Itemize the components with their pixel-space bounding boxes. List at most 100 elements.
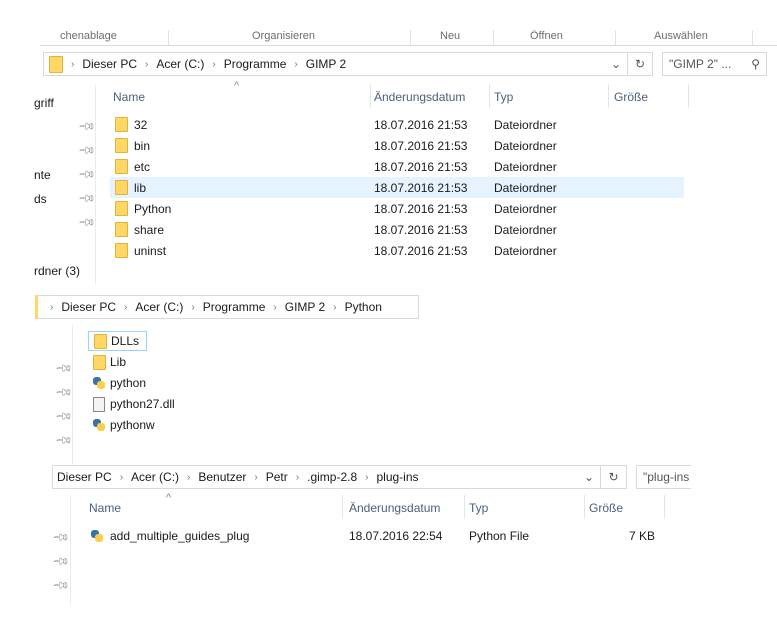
file-name: share xyxy=(134,222,165,237)
chevron-down-icon[interactable]: ⌄ xyxy=(584,470,594,484)
crumb[interactable]: Benutzer xyxy=(198,470,246,484)
pin-icon[interactable]: 📌︎ xyxy=(51,576,70,595)
pin-icon[interactable]: 📌︎ xyxy=(54,383,73,402)
search-icon: ⚲ xyxy=(751,57,760,71)
search-input[interactable]: "plug-ins xyxy=(636,465,691,489)
nav-item[interactable]: griff xyxy=(34,96,54,110)
crumb[interactable]: Acer (C:) xyxy=(131,470,179,484)
crumb[interactable]: plug-ins xyxy=(376,470,418,484)
folder-icon xyxy=(115,159,128,174)
column-date[interactable]: Änderungsdatum xyxy=(374,90,465,104)
file-date: 18.07.2016 21:53 xyxy=(374,159,468,174)
nav-item[interactable]: ds xyxy=(34,192,47,206)
crumb[interactable]: Dieser PC xyxy=(57,470,112,484)
pin-icon[interactable]: 📌︎ xyxy=(51,552,70,571)
column-name[interactable]: Name xyxy=(113,90,145,104)
ribbon-select: Auswählen xyxy=(654,30,708,42)
pin-icon[interactable]: 📌︎ xyxy=(77,141,96,160)
pin-icon[interactable]: 📌︎ xyxy=(77,189,96,208)
file-date: 18.07.2016 22:54 xyxy=(349,528,443,543)
search-input[interactable]: "GIMP 2" ... ⚲ xyxy=(662,52,767,76)
chevron-down-icon[interactable]: ⌄ xyxy=(611,57,621,71)
file-date: 18.07.2016 21:53 xyxy=(374,180,468,195)
file-type: Dateiordner xyxy=(494,222,557,237)
refresh-button[interactable]: ↻ xyxy=(600,465,627,489)
pin-icon[interactable]: 📌︎ xyxy=(51,528,70,547)
file-date: 18.07.2016 21:53 xyxy=(374,243,468,258)
nav-item[interactable]: rdner (3) xyxy=(34,264,80,278)
item-name: DLLs xyxy=(111,334,140,348)
column-type[interactable]: Typ xyxy=(469,501,488,515)
crumb[interactable]: GIMP 2 xyxy=(285,300,325,314)
nav-item[interactable]: nte xyxy=(34,168,51,182)
crumb[interactable]: Acer (C:) xyxy=(156,57,204,71)
folder-icon xyxy=(115,201,128,216)
sort-ascending-icon: ^ xyxy=(234,80,240,92)
refresh-button[interactable]: ↻ xyxy=(627,52,653,76)
item-name: Lib xyxy=(110,355,127,369)
pin-icon[interactable]: 📌︎ xyxy=(77,117,96,136)
column-date[interactable]: Änderungsdatum xyxy=(349,501,440,515)
item-name: python27.dll xyxy=(110,397,175,411)
file-date: 18.07.2016 21:53 xyxy=(374,138,468,153)
address-bar-python[interactable]: › Dieser PC › Acer (C:) › Programme › GIMP 2… xyxy=(35,295,419,319)
file-row[interactable]: 32 18.07.2016 21:53 Dateiordner xyxy=(110,114,684,135)
file-name: 32 xyxy=(134,117,148,132)
file-row[interactable]: etc 18.07.2016 21:53 Dateiordner xyxy=(110,156,684,177)
list-item[interactable]: python27.dll xyxy=(88,394,208,414)
folder-icon xyxy=(49,55,63,73)
crumb[interactable]: .gimp-2.8 xyxy=(307,470,357,484)
file-name: lib xyxy=(134,180,147,195)
list-item[interactable]: DLLs xyxy=(88,331,147,351)
file-name: add_multiple_guides_plug xyxy=(110,528,250,543)
list-item[interactable]: python xyxy=(88,373,208,393)
list-item[interactable]: Lib xyxy=(88,352,208,372)
list-item[interactable]: pythonw xyxy=(88,415,208,435)
file-type: Python File xyxy=(469,528,530,543)
column-name[interactable]: Name xyxy=(89,501,121,515)
file-name: uninst xyxy=(134,243,167,258)
folder-icon xyxy=(115,180,128,195)
ribbon-organize: Organisieren xyxy=(252,30,315,42)
crumb[interactable]: Dieser PC xyxy=(61,300,116,314)
file-row[interactable]: add_multiple_guides_plug 18.07.2016 22:5… xyxy=(86,525,666,546)
file-row[interactable]: uninst 18.07.2016 21:53 Dateiordner xyxy=(110,240,684,261)
pin-icon[interactable]: 📌︎ xyxy=(54,431,73,450)
file-row[interactable]: Python 18.07.2016 21:53 Dateiordner xyxy=(110,198,684,219)
folder-icon xyxy=(115,222,128,237)
crumb[interactable]: GIMP 2 xyxy=(306,57,346,71)
address-bar[interactable]: › Dieser PC › Acer (C:) › Programme › GIMP 2… xyxy=(43,52,628,76)
sort-ascending-icon: ^ xyxy=(166,492,172,504)
file-name: Python xyxy=(134,201,172,216)
refresh-icon: ↻ xyxy=(608,470,619,484)
pin-icon[interactable]: 📌︎ xyxy=(54,359,73,378)
folder-icon xyxy=(115,243,128,258)
file-row[interactable]: lib 18.07.2016 21:53 Dateiordner xyxy=(110,177,684,198)
crumb[interactable]: Programme xyxy=(203,300,266,314)
ribbon-new: Neu xyxy=(440,30,461,42)
crumb[interactable]: Python xyxy=(345,300,382,314)
column-size[interactable]: Größe xyxy=(614,90,648,104)
file-row[interactable]: share 18.07.2016 21:53 Dateiordner xyxy=(110,219,684,240)
item-name: pythonw xyxy=(110,418,155,432)
ribbon-open: Öffnen xyxy=(530,30,563,42)
file-type: Dateiordner xyxy=(494,180,557,195)
crumb[interactable]: Dieser PC xyxy=(82,57,137,71)
file-type: Dateiordner xyxy=(494,138,557,153)
python-file-icon xyxy=(90,529,104,543)
file-name: etc xyxy=(134,159,151,174)
column-type[interactable]: Typ xyxy=(494,90,513,104)
refresh-icon: ↻ xyxy=(634,57,646,71)
file-row[interactable]: bin 18.07.2016 21:53 Dateiordner xyxy=(110,135,684,156)
crumb[interactable]: Acer (C:) xyxy=(135,300,183,314)
folder-icon xyxy=(115,117,128,132)
address-bar-plugins[interactable]: Dieser PC › Acer (C:) › Benutzer › Petr › .g… xyxy=(52,465,601,489)
file-type: Dateiordner xyxy=(494,243,557,258)
crumb[interactable]: Petr xyxy=(266,470,288,484)
pin-icon[interactable]: 📌︎ xyxy=(77,213,96,232)
pin-icon[interactable]: 📌︎ xyxy=(77,165,96,184)
column-size[interactable]: Größe xyxy=(589,501,623,515)
crumb[interactable]: Programme xyxy=(224,57,287,71)
pin-icon[interactable]: 📌︎ xyxy=(54,407,73,426)
file-name: bin xyxy=(134,138,151,153)
